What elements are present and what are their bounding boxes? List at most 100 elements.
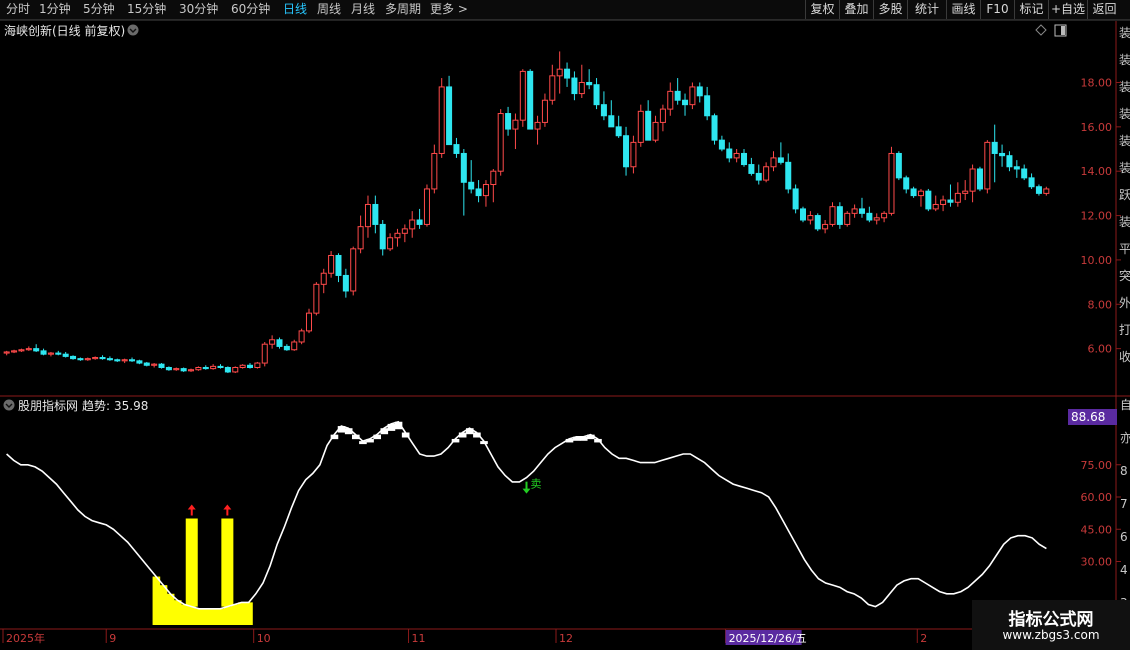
right-edge-glyph: 收 xyxy=(1119,350,1130,364)
draw-line-button[interactable]: 画线 xyxy=(946,0,980,19)
tab-30min[interactable]: 30分钟 xyxy=(179,1,218,18)
candle-body xyxy=(844,212,851,225)
candle-body xyxy=(387,237,394,250)
candle-body xyxy=(1021,168,1028,179)
trend-series-line xyxy=(6,420,1047,610)
tab-15min[interactable]: 15分钟 xyxy=(127,1,166,18)
sell-arrow-icon: 卖 xyxy=(522,478,542,494)
candle-body xyxy=(55,352,62,355)
candle xyxy=(180,367,187,372)
indicator-dropdown-icon[interactable] xyxy=(3,399,15,411)
candle xyxy=(777,142,784,165)
oversold-zone-bar xyxy=(230,604,239,625)
adjust-button[interactable]: 复权 xyxy=(805,0,839,19)
candlestick-series xyxy=(3,51,1050,374)
candle xyxy=(682,93,689,116)
tab-weekly[interactable]: 周线 xyxy=(317,1,341,18)
candle-body xyxy=(239,364,246,368)
candle xyxy=(851,204,858,218)
candle xyxy=(438,78,445,158)
candle xyxy=(254,361,261,369)
price-tick-label: 16.00 xyxy=(1081,121,1113,134)
tab-intraday[interactable]: 分时 xyxy=(6,1,30,18)
indicator-tick-label: 60.00 xyxy=(1081,491,1113,504)
candle xyxy=(608,100,615,128)
candle-body xyxy=(866,212,873,221)
candle xyxy=(232,366,239,374)
candle-body xyxy=(136,360,143,364)
panel-layout-icon[interactable] xyxy=(1054,24,1067,37)
candle xyxy=(1035,184,1042,196)
candle-body xyxy=(1013,166,1020,170)
current-value-label: 88.68 xyxy=(1071,410,1105,424)
candle-body xyxy=(822,223,829,230)
candle-body xyxy=(718,139,725,150)
candle xyxy=(320,268,327,294)
tab-monthly[interactable]: 月线 xyxy=(351,1,375,18)
candle-body xyxy=(940,199,947,205)
candle xyxy=(711,113,718,145)
candle xyxy=(401,224,408,243)
candle xyxy=(394,228,401,247)
candle-body xyxy=(1028,177,1035,188)
candle xyxy=(106,356,113,361)
right-edge-glyph: 平 xyxy=(1119,242,1130,256)
diamond-icon[interactable] xyxy=(1035,24,1047,36)
candle xyxy=(564,62,571,87)
candle-body xyxy=(202,366,209,370)
tab-multi-period[interactable]: 多周期 xyxy=(385,1,421,18)
f10-button[interactable]: F10 xyxy=(980,0,1014,19)
candle xyxy=(637,104,644,147)
candle-body xyxy=(505,113,512,130)
statistics-button[interactable]: 统计 xyxy=(907,0,946,19)
indicator-right-glyph: 6 xyxy=(1120,530,1128,544)
buy-arrow-head xyxy=(187,504,196,510)
candle-body xyxy=(129,359,136,362)
multi-stock-button[interactable]: 多股 xyxy=(873,0,907,19)
tab-60min[interactable]: 60分钟 xyxy=(231,1,270,18)
candle xyxy=(623,126,630,176)
candle xyxy=(1021,164,1028,181)
candle xyxy=(490,168,497,203)
candle xyxy=(239,364,246,369)
candle xyxy=(586,69,593,90)
mark-button[interactable]: 标记 xyxy=(1014,0,1048,19)
candle-body xyxy=(210,365,217,370)
candle-body xyxy=(372,203,379,225)
add-watchlist-button[interactable]: +自选 xyxy=(1048,0,1087,19)
candle-body xyxy=(615,126,622,137)
candle xyxy=(556,51,563,94)
oversold-zone-bar xyxy=(223,606,232,625)
tab-5min[interactable]: 5分钟 xyxy=(83,1,115,18)
candle xyxy=(741,149,748,167)
signal-arrows: 卖 xyxy=(187,478,542,516)
candle xyxy=(917,188,924,207)
candle xyxy=(18,348,25,352)
back-button[interactable]: 返回 xyxy=(1087,0,1121,19)
candle-body xyxy=(158,363,165,368)
title-dropdown-icon[interactable] xyxy=(127,24,139,36)
candle-body xyxy=(984,141,991,190)
watermark-badge: 指标公式网 www.zbgs3.com xyxy=(972,600,1130,650)
tab-1min[interactable]: 1分钟 xyxy=(39,1,71,18)
candle-body xyxy=(564,68,571,79)
candle-body xyxy=(770,157,777,168)
candle-body xyxy=(903,177,910,190)
overlay-button[interactable]: 叠加 xyxy=(839,0,873,19)
candle xyxy=(1043,186,1050,196)
candle-body xyxy=(379,223,386,250)
period-toolbar: 分时 1分钟 5分钟 15分钟 30分钟 60分钟 日线 周线 月线 多周期 更… xyxy=(0,0,1130,20)
candle xyxy=(895,151,902,181)
candle xyxy=(718,135,725,152)
candle xyxy=(519,69,526,127)
candle xyxy=(549,64,556,105)
candle xyxy=(1013,160,1020,178)
tab-more[interactable]: 更多 > xyxy=(430,1,468,18)
candle xyxy=(763,162,770,183)
candle xyxy=(527,69,534,130)
candle-body xyxy=(917,190,924,197)
kline-chart-area[interactable]: 海峡创新(日线 前复权) 装装装装装装跃装平突外打收 6.00 8.00 10.00… xyxy=(0,21,1130,650)
tab-daily[interactable]: 日线 xyxy=(283,1,307,18)
candle-body xyxy=(195,366,202,371)
watermark-title: 指标公式网 xyxy=(1008,610,1094,630)
